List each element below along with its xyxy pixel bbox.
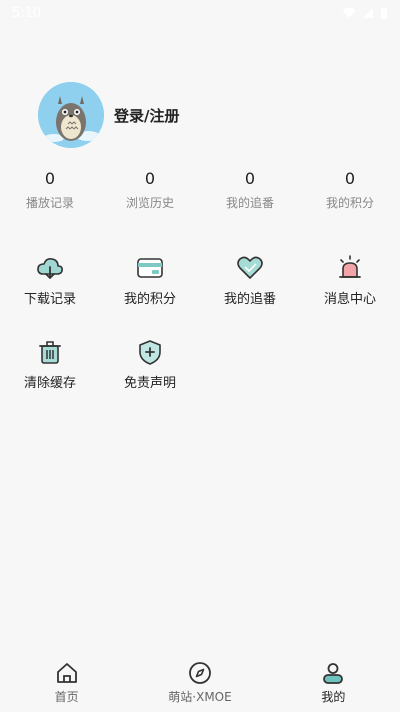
shield-icon (136, 338, 164, 366)
stat-value: 0 (344, 169, 356, 188)
cloud-download-icon (36, 254, 64, 282)
menu-item-following[interactable]: 我的追番 (200, 254, 300, 338)
stat-label: 我的追番 (225, 196, 274, 210)
status-icons (342, 7, 388, 20)
tab-mine[interactable]: 我的 (267, 652, 400, 712)
menu-item-disclaimer[interactable]: 免责声明 (100, 338, 200, 422)
stat-label: 浏览历史 (125, 196, 174, 210)
tab-label: 首页 (54, 690, 79, 704)
menu-item-points[interactable]: 我的积分 (100, 254, 200, 338)
tab-home[interactable]: 首页 (0, 652, 133, 712)
alarm-icon (336, 254, 364, 282)
menu-item-messages[interactable]: 消息中心 (300, 254, 400, 338)
wifi-icon (342, 7, 356, 18)
stat-value: 0 (44, 169, 56, 188)
status-time: 5:10 (12, 5, 42, 21)
stat-label: 我的积分 (325, 196, 374, 210)
profile-header[interactable]: 登录/注册 (38, 82, 179, 148)
stat-browse-history[interactable]: 0 浏览历史 (100, 168, 200, 211)
home-icon (54, 660, 80, 686)
card-icon (136, 254, 164, 282)
signal-icon (363, 8, 373, 18)
menu-item-label: 免责声明 (123, 376, 176, 391)
menu-item-label: 我的追番 (223, 292, 276, 307)
menu-item-label: 我的积分 (123, 292, 176, 307)
menu-item-clear-cache[interactable]: 清除缓存 (0, 338, 100, 422)
stats-row: 0 播放记录 0 浏览历史 0 我的追番 0 我的积分 (0, 168, 400, 211)
profile-icon (320, 660, 346, 686)
stat-points[interactable]: 0 我的积分 (300, 168, 400, 211)
heart-icon (236, 254, 264, 282)
login-register-link[interactable]: 登录/注册 (114, 105, 179, 126)
stat-label: 播放记录 (25, 196, 74, 210)
trash-icon (36, 338, 64, 366)
totoro-avatar-icon (38, 82, 104, 148)
tab-label: 萌站·XMOE (168, 690, 232, 704)
stat-following[interactable]: 0 我的追番 (200, 168, 300, 211)
avatar[interactable] (38, 82, 104, 148)
menu-item-label: 清除缓存 (23, 376, 76, 391)
tab-xmoe[interactable]: 萌站·XMOE (133, 652, 266, 712)
menu-grid: 下载记录 我的积分 我的追番 消息中心 清除缓存 免责声明 (0, 254, 400, 422)
menu-item-label: 消息中心 (323, 292, 376, 307)
menu-item-downloads[interactable]: 下载记录 (0, 254, 100, 338)
tab-label: 我的 (321, 690, 346, 704)
bottom-tab-bar: 首页 萌站·XMOE 我的 (0, 652, 400, 712)
menu-item-label: 下载记录 (23, 292, 76, 307)
battery-icon (381, 7, 387, 19)
stat-value: 0 (144, 169, 156, 188)
stat-value: 0 (244, 169, 256, 188)
compass-icon (187, 660, 213, 686)
stat-play-history[interactable]: 0 播放记录 (0, 168, 100, 211)
status-bar: 5:10 (0, 0, 400, 26)
